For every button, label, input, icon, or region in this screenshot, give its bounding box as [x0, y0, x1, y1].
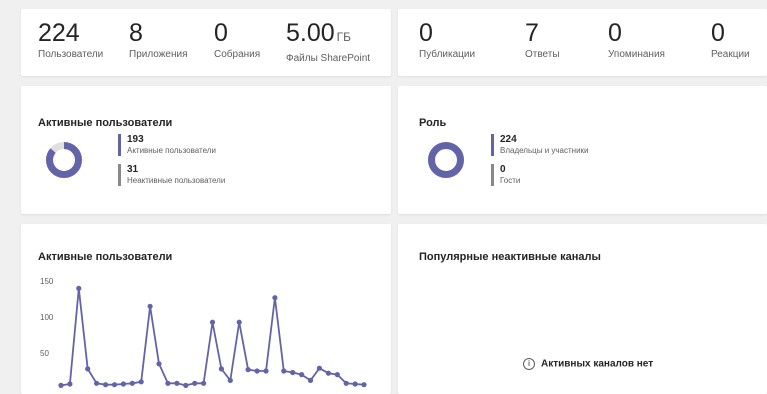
data-point[interactable]: [174, 380, 180, 386]
data-point[interactable]: [263, 368, 269, 374]
legend-owners-members: 224 Владельцы и участники: [491, 134, 589, 156]
legend-label: Активные пользователи: [127, 146, 216, 155]
info-icon: i: [523, 358, 535, 370]
metric-posts[interactable]: 0 Публикации: [419, 19, 475, 60]
legend-label: Неактивные пользователи: [127, 176, 226, 185]
data-point[interactable]: [218, 366, 224, 372]
data-point[interactable]: [67, 381, 73, 387]
legend-label: Владельцы и участники: [500, 146, 589, 155]
data-point[interactable]: [272, 295, 278, 301]
card-title: Роль: [419, 117, 447, 129]
role-card: Роль 224 Владельцы и участники 0 Гости: [398, 86, 767, 214]
metric-value: 0: [608, 19, 622, 47]
metric-sharepoint-files[interactable]: 5.00 ГБ Файлы SharePoint: [286, 19, 370, 64]
donut-owners-segment: [428, 142, 464, 178]
data-point[interactable]: [103, 382, 109, 388]
activity-summary-card: 0 Публикации 7 Ответы 0 Упоминания 0 Реа…: [398, 9, 767, 76]
data-point[interactable]: [254, 368, 260, 374]
data-point[interactable]: [209, 319, 216, 325]
metric-label: Файлы SharePoint: [286, 53, 371, 64]
legend-label: Гости: [500, 176, 521, 185]
metric-replies[interactable]: 7 Ответы: [525, 19, 560, 60]
metric-users[interactable]: 224 Пользователи: [38, 19, 103, 60]
metric-mentions[interactable]: 0 Упоминания: [608, 19, 665, 60]
metric-label: Пользователи: [38, 49, 104, 60]
metric-label: Собрания: [214, 49, 261, 60]
data-point[interactable]: [192, 380, 198, 386]
role-donut[interactable]: [426, 140, 466, 180]
metric-unit: ГБ: [336, 30, 352, 44]
metric-value: 224: [38, 19, 80, 47]
data-point[interactable]: [236, 319, 242, 325]
data-point[interactable]: [111, 382, 118, 388]
legend-inactive-users: 31 Неактивные пользователи: [118, 164, 225, 186]
data-point[interactable]: [352, 381, 358, 387]
data-point[interactable]: [334, 372, 340, 378]
data-point[interactable]: [316, 365, 322, 371]
metric-value: 0: [214, 19, 228, 47]
usage-summary-card: 224 Пользователи 8 Приложения 0 Собрания…: [21, 9, 391, 76]
metric-meetings[interactable]: 0 Собрания: [214, 19, 260, 60]
legend-guests: 0 Гости: [491, 164, 520, 186]
data-point[interactable]: [325, 370, 331, 376]
metric-value: 8: [129, 19, 143, 47]
active-users-donut[interactable]: [44, 140, 84, 180]
data-point[interactable]: [307, 377, 314, 383]
data-point[interactable]: [120, 381, 126, 387]
legend-active-users: 193 Активные пользователи: [118, 134, 216, 156]
empty-state-text: Активных каналов нет: [541, 358, 654, 370]
inactive-channels-card: Популярные неактивные каналы i Активных к…: [398, 224, 767, 394]
metric-label: Реакции: [711, 49, 750, 60]
data-point[interactable]: [281, 368, 287, 374]
metric-label: Публикации: [419, 49, 476, 60]
active-users-chart-card: Активные пользователи 150 100 50: [21, 224, 391, 394]
metric-value: 0: [711, 19, 725, 47]
data-point[interactable]: [343, 380, 349, 386]
metric-value: 7: [525, 19, 539, 47]
metric-value: 0: [419, 19, 433, 47]
data-point[interactable]: [138, 379, 144, 385]
card-title: Активные пользователи: [38, 117, 173, 129]
metric-label: Упоминания: [608, 49, 665, 60]
active-users-line-chart[interactable]: 150 100 50: [21, 224, 391, 394]
data-point[interactable]: [156, 361, 162, 367]
card-title: Популярные неактивные каналы: [419, 251, 601, 263]
data-point[interactable]: [201, 380, 207, 386]
metric-apps[interactable]: 8 Приложения: [129, 19, 188, 60]
data-point[interactable]: [58, 382, 64, 388]
data-point[interactable]: [227, 377, 233, 383]
y-tick-label: 100: [40, 313, 54, 322]
data-point[interactable]: [183, 382, 189, 388]
data-point[interactable]: [129, 380, 135, 386]
legend-value: 0: [500, 164, 506, 175]
data-point[interactable]: [94, 380, 100, 386]
metric-value: 5.00: [286, 19, 335, 47]
legend-value: 224: [500, 134, 517, 145]
data-point[interactable]: [361, 382, 367, 388]
data-point[interactable]: [299, 372, 305, 378]
metric-reactions[interactable]: 0 Реакции: [711, 19, 750, 60]
data-point[interactable]: [165, 380, 171, 386]
y-tick-label: 50: [40, 349, 49, 358]
data-point[interactable]: [147, 303, 153, 309]
metric-label: Ответы: [525, 49, 560, 60]
legend-value: 193: [127, 134, 144, 145]
y-tick-label: 150: [40, 277, 54, 286]
data-point[interactable]: [245, 367, 251, 373]
series-line: [60, 288, 365, 387]
data-point[interactable]: [85, 366, 91, 372]
data-point[interactable]: [76, 285, 82, 291]
metric-label: Приложения: [129, 49, 188, 60]
active-users-card: Активные пользователи 193 Активные польз…: [21, 86, 391, 214]
empty-state-message: i Активных каналов нет: [523, 358, 653, 370]
legend-value: 31: [127, 164, 139, 175]
data-point[interactable]: [290, 369, 296, 376]
